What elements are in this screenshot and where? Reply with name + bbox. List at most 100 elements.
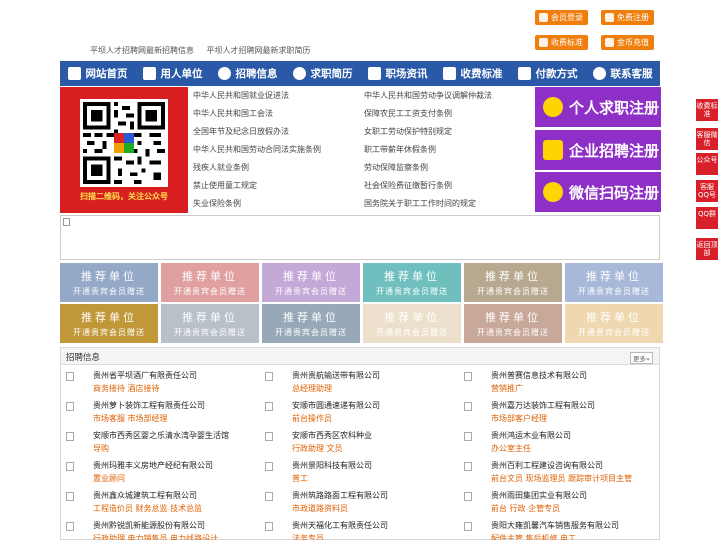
company-name[interactable]: 安顺市西秀区农科种业 <box>292 430 372 441</box>
recommended-unit-tile[interactable]: 推荐单位 开通贵宾会员赠送 <box>60 263 158 302</box>
recommended-unit-tile[interactable]: 推荐单位 开通贵宾会员赠送 <box>262 263 360 302</box>
banner-ad-placeholder[interactable] <box>60 215 660 260</box>
more-link[interactable]: 更多» <box>630 352 653 364</box>
nav-home[interactable]: 网站首页 <box>60 61 135 86</box>
law-link[interactable]: 中华人民共和国劳动争议调解仲裁法 <box>364 90 492 101</box>
company-logo-image[interactable] <box>464 492 472 501</box>
law-link[interactable]: 保障农民工工资支付条例 <box>364 108 452 119</box>
company-logo-image[interactable] <box>464 402 472 411</box>
free-register-button[interactable]: 免费注册 <box>601 10 654 25</box>
side-qq-group[interactable]: QQ群 <box>696 207 718 229</box>
company-name[interactable]: 安顺市圆通速递有限公司 <box>292 400 380 411</box>
law-link[interactable]: 禁止使用童工规定 <box>193 180 257 191</box>
job-positions[interactable]: 置业顾问 <box>93 473 125 484</box>
link-latest-resumes[interactable]: 平坝人才招聘网最新求职简历 <box>207 46 311 55</box>
company-name[interactable]: 贵州黔锐凯新能源股份有限公司 <box>93 520 205 531</box>
law-link[interactable]: 全国年节及纪念日放假办法 <box>193 126 289 137</box>
company-logo-image[interactable] <box>66 462 74 471</box>
company-logo-image[interactable] <box>464 372 472 381</box>
recommended-unit-tile[interactable]: 推荐单位 开通贵宾会员赠送 <box>60 304 158 343</box>
company-name[interactable]: 贵州景阳科技有限公司 <box>292 460 372 471</box>
company-logo-image[interactable] <box>265 522 273 531</box>
job-positions[interactable]: 营销推广 <box>491 383 523 394</box>
coin-recharge-button[interactable]: 金币充值 <box>601 35 654 50</box>
personal-register-button[interactable]: 个人求职注册 <box>535 87 661 127</box>
company-name[interactable]: 贵州天福化工有限责任公司 <box>292 520 388 531</box>
company-name[interactable]: 贵州鑫众城建筑工程有限公司 <box>93 490 197 501</box>
company-logo-image[interactable] <box>265 492 273 501</box>
job-positions[interactable]: 行政助理 电力销售员 电力线路设计 <box>93 533 218 540</box>
recommended-unit-tile[interactable]: 推荐单位 开通贵宾会员赠送 <box>161 263 259 302</box>
wechat-register-button[interactable]: 微信扫码注册 <box>535 172 661 212</box>
recommended-unit-tile[interactable]: 推荐单位 开通贵宾会员赠送 <box>363 304 461 343</box>
law-link[interactable]: 职工带薪年休假条例 <box>364 144 436 155</box>
company-logo-image[interactable] <box>265 372 273 381</box>
law-link[interactable]: 社会保险费征缴暂行条例 <box>364 180 452 191</box>
company-logo-image[interactable] <box>464 522 472 531</box>
law-link[interactable]: 失业保险条例 <box>193 198 241 209</box>
recommended-unit-tile[interactable]: 推荐单位 开通贵宾会员赠送 <box>464 304 562 343</box>
company-logo-image[interactable] <box>265 462 273 471</box>
link-latest-jobs[interactable]: 平坝人才招聘网最新招聘信息 <box>90 46 194 55</box>
nav-fees[interactable]: 收费标准 <box>435 61 510 86</box>
company-name[interactable]: 贵州玛雅丰义房地产经纪有限公司 <box>93 460 213 471</box>
company-name[interactable]: 贵阳大雍凯馨汽车销售服务有限公司 <box>491 520 619 531</box>
law-link[interactable]: 劳动保障监察条例 <box>364 162 428 173</box>
company-name[interactable]: 贵州省平坝酒厂有限责任公司 <box>93 370 197 381</box>
company-register-button[interactable]: 企业招聘注册 <box>535 130 661 170</box>
company-name[interactable]: 贵州普赛信息技术有限公司 <box>491 370 587 381</box>
nav-resumes[interactable]: 求职简历 <box>285 61 360 86</box>
job-positions[interactable]: 普工 <box>292 473 308 484</box>
company-name[interactable]: 贵州嘉万达装饰工程有限公司 <box>491 400 595 411</box>
job-positions[interactable]: 前台操作员 <box>292 413 332 424</box>
side-fee-standard[interactable]: 收费标准 <box>696 99 718 121</box>
recommended-unit-tile[interactable]: 推荐单位 开通贵宾会员赠送 <box>565 263 663 302</box>
recommended-unit-tile[interactable]: 推荐单位 开通贵宾会员赠送 <box>262 304 360 343</box>
job-positions[interactable]: 行政助理 文员 <box>292 443 343 454</box>
member-login-button[interactable]: 会员登录 <box>535 10 588 25</box>
nav-contact[interactable]: 联系客服 <box>585 61 660 86</box>
job-positions[interactable]: 工程造价员 财务总监 技术总监 <box>93 503 202 514</box>
company-name[interactable]: 贵州雨田集团实业有限公司 <box>491 490 587 501</box>
company-name[interactable]: 贵州萝卜装饰工程有限责任公司 <box>93 400 205 411</box>
law-link[interactable]: 中华人民共和国就业促进法 <box>193 90 289 101</box>
side-official-account[interactable]: 公众号 <box>696 153 718 175</box>
job-positions[interactable]: 商务接待 酒店接待 <box>93 383 160 394</box>
side-back-top[interactable]: 返回顶部 <box>696 238 718 260</box>
company-logo-image[interactable] <box>66 402 74 411</box>
job-positions[interactable]: 前台 行政 企管专员 <box>491 503 560 514</box>
recommended-unit-tile[interactable]: 推荐单位 开通贵宾会员赠送 <box>565 304 663 343</box>
law-link[interactable]: 残疾人就业条例 <box>193 162 249 173</box>
job-positions[interactable]: 总经理助理 <box>292 383 332 394</box>
company-logo-image[interactable] <box>464 462 472 471</box>
job-positions[interactable]: 导购 <box>93 443 109 454</box>
company-logo-image[interactable] <box>464 432 472 441</box>
recommended-unit-tile[interactable]: 推荐单位 开通贵宾会员赠送 <box>161 304 259 343</box>
fee-standard-button[interactable]: 收费标准 <box>535 35 588 50</box>
job-positions[interactable]: 市场部客户经理 <box>491 413 547 424</box>
side-service-qq[interactable]: 客服QQ号 <box>696 180 718 202</box>
company-logo-image[interactable] <box>265 402 273 411</box>
nav-news[interactable]: 职场资讯 <box>360 61 435 86</box>
job-positions[interactable]: 前台文员 现场监理员 跟踪审计项目主管 <box>491 473 632 484</box>
company-logo-image[interactable] <box>66 492 74 501</box>
nav-jobs[interactable]: 招聘信息 <box>210 61 285 86</box>
law-link[interactable]: 女职工劳动保护特别规定 <box>364 126 452 137</box>
job-positions[interactable]: 办公室主任 <box>491 443 531 454</box>
company-name[interactable]: 贵州鸿运木业有限公司 <box>491 430 571 441</box>
law-link[interactable]: 中华人民共和国工会法 <box>193 108 273 119</box>
company-name[interactable]: 贵州百利工程建设咨询有限公司 <box>491 460 603 471</box>
job-positions[interactable]: 市场客服 市场部经理 <box>93 413 168 424</box>
job-positions[interactable]: 市政道路资料员 <box>292 503 348 514</box>
company-name[interactable]: 贵州筑路路面工程有限公司 <box>292 490 388 501</box>
job-positions[interactable]: 法务专员 <box>292 533 324 540</box>
company-logo-image[interactable] <box>66 522 74 531</box>
company-logo-image[interactable] <box>265 432 273 441</box>
recommended-unit-tile[interactable]: 推荐单位 开通贵宾会员赠送 <box>363 263 461 302</box>
nav-employers[interactable]: 用人单位 <box>135 61 210 86</box>
law-link[interactable]: 中华人民共和国劳动合同法实施条例 <box>193 144 321 155</box>
company-name[interactable]: 贵州贵航输送带有限公司 <box>292 370 380 381</box>
side-service-wechat[interactable]: 客服微信 <box>696 128 718 150</box>
recommended-unit-tile[interactable]: 推荐单位 开通贵宾会员赠送 <box>464 263 562 302</box>
law-link[interactable]: 国务院关于职工工作时间的规定 <box>364 198 476 209</box>
